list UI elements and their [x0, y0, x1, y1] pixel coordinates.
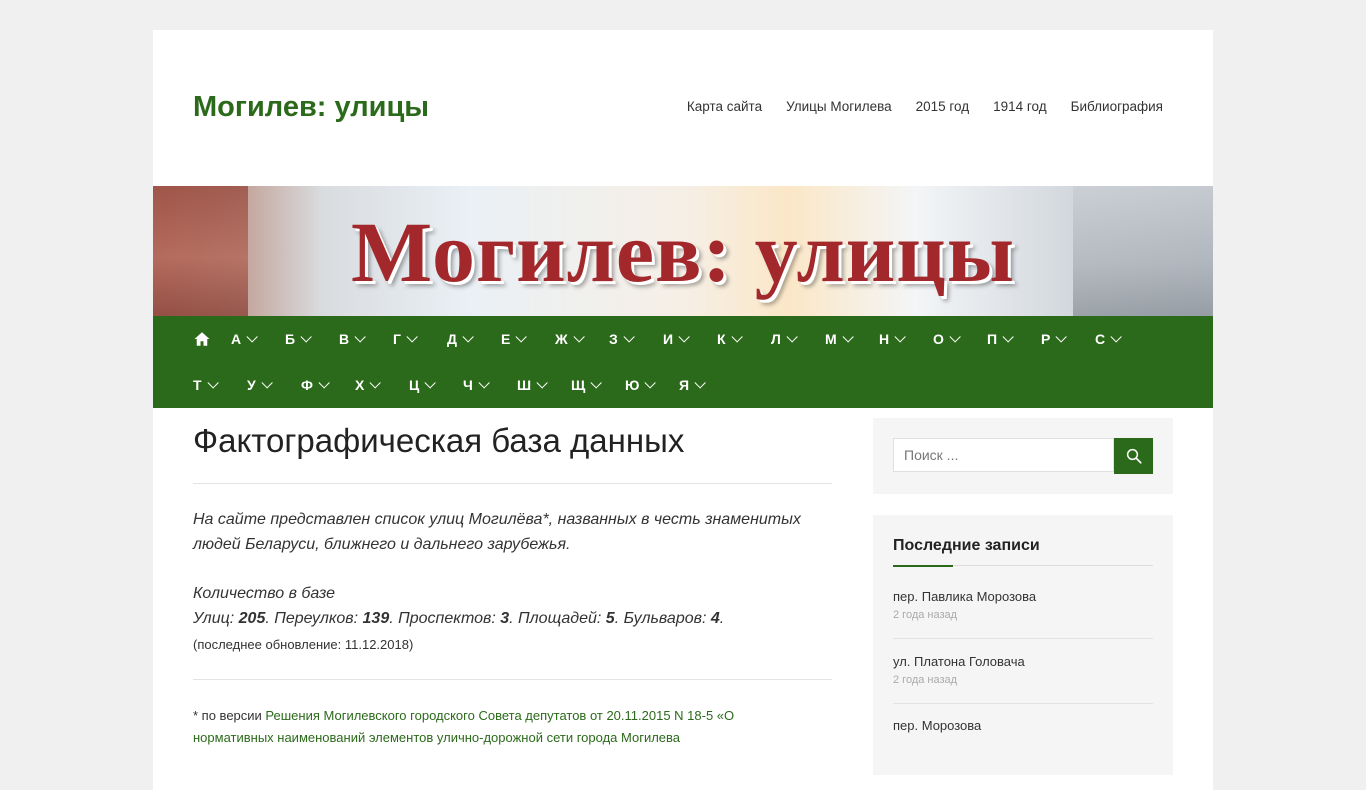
intro-text: На сайте представлен список улиц Могилёв…: [193, 511, 801, 553]
lanes-label: . Переулков:: [265, 610, 363, 627]
avenues-label: . Проспектов:: [389, 610, 501, 627]
search-widget: [873, 418, 1173, 494]
recent-post-divider: [893, 638, 1153, 639]
recent-post-link[interactable]: ул. Платона Головача: [893, 653, 1153, 671]
recent-posts-title: Последние записи: [893, 537, 1040, 554]
page-title: Фактографическая база данных: [193, 422, 685, 459]
content-divider: [193, 679, 832, 680]
decision-link[interactable]: Решения Могилевского городского Совета д…: [265, 708, 734, 723]
content-area: Фактографическая база данных На сайте пр…: [153, 0, 1213, 775]
recent-post-date: 2 года назад: [893, 674, 958, 686]
squares-label: . Площадей:: [509, 610, 606, 627]
boulevards-count: 4: [710, 610, 720, 627]
title-divider: [193, 483, 832, 484]
recent-post: ул. Платона Головача 2 года назад: [893, 653, 1153, 686]
underline-accent: [893, 565, 953, 567]
count-line: Улиц: 205. Переулков: 139. Проспектов: 3…: [193, 606, 832, 631]
recent-posts-widget: Последние записи пер. Павлика Морозова 2…: [873, 515, 1173, 775]
recent-post-date: 2 года назад: [893, 609, 958, 621]
streets-label: Улиц:: [193, 610, 239, 627]
recent-post-divider: [893, 703, 1153, 704]
search-input[interactable]: [893, 438, 1114, 472]
recent-post-link[interactable]: пер. Павлика Морозова: [893, 588, 1153, 606]
squares-count: 5: [605, 610, 615, 627]
recent-post-link[interactable]: пер. Морозова: [893, 717, 1153, 735]
footnote: * по версии Решения Могилевского городск…: [193, 705, 813, 749]
recent-post: пер. Морозова: [893, 717, 1153, 735]
end-dot: .: [719, 610, 725, 627]
avenues-count: 3: [500, 610, 510, 627]
streets-count: 205: [238, 610, 266, 627]
recent-posts-underline: [893, 565, 1153, 567]
search-button[interactable]: [1114, 438, 1153, 474]
footnote-prefix: * по версии: [193, 708, 266, 723]
decision-link-continued[interactable]: нормативных наименований элементов уличн…: [193, 730, 680, 745]
search-icon: [1126, 448, 1142, 464]
last-updated: (последнее обновление: 11.12.2018): [193, 637, 414, 652]
recent-post: пер. Павлика Морозова 2 года назад: [893, 588, 1153, 621]
lanes-count: 139: [362, 610, 390, 627]
boulevards-label: . Бульваров:: [614, 610, 711, 627]
count-heading: Количество в базе: [193, 585, 336, 602]
